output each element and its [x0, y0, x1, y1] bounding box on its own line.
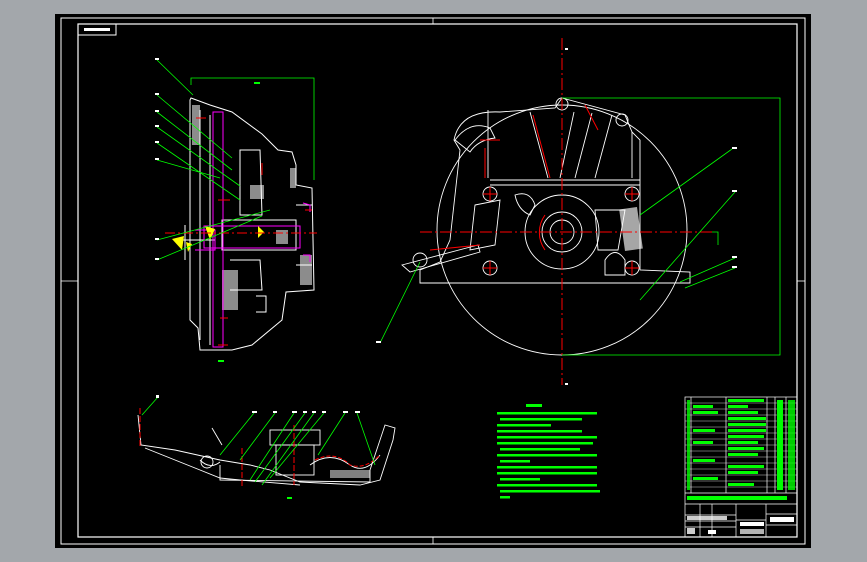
drawing-code-text: [84, 28, 110, 31]
cad-drawing-canvas[interactable]: [0, 0, 867, 562]
drawing-sheet: [55, 14, 811, 548]
